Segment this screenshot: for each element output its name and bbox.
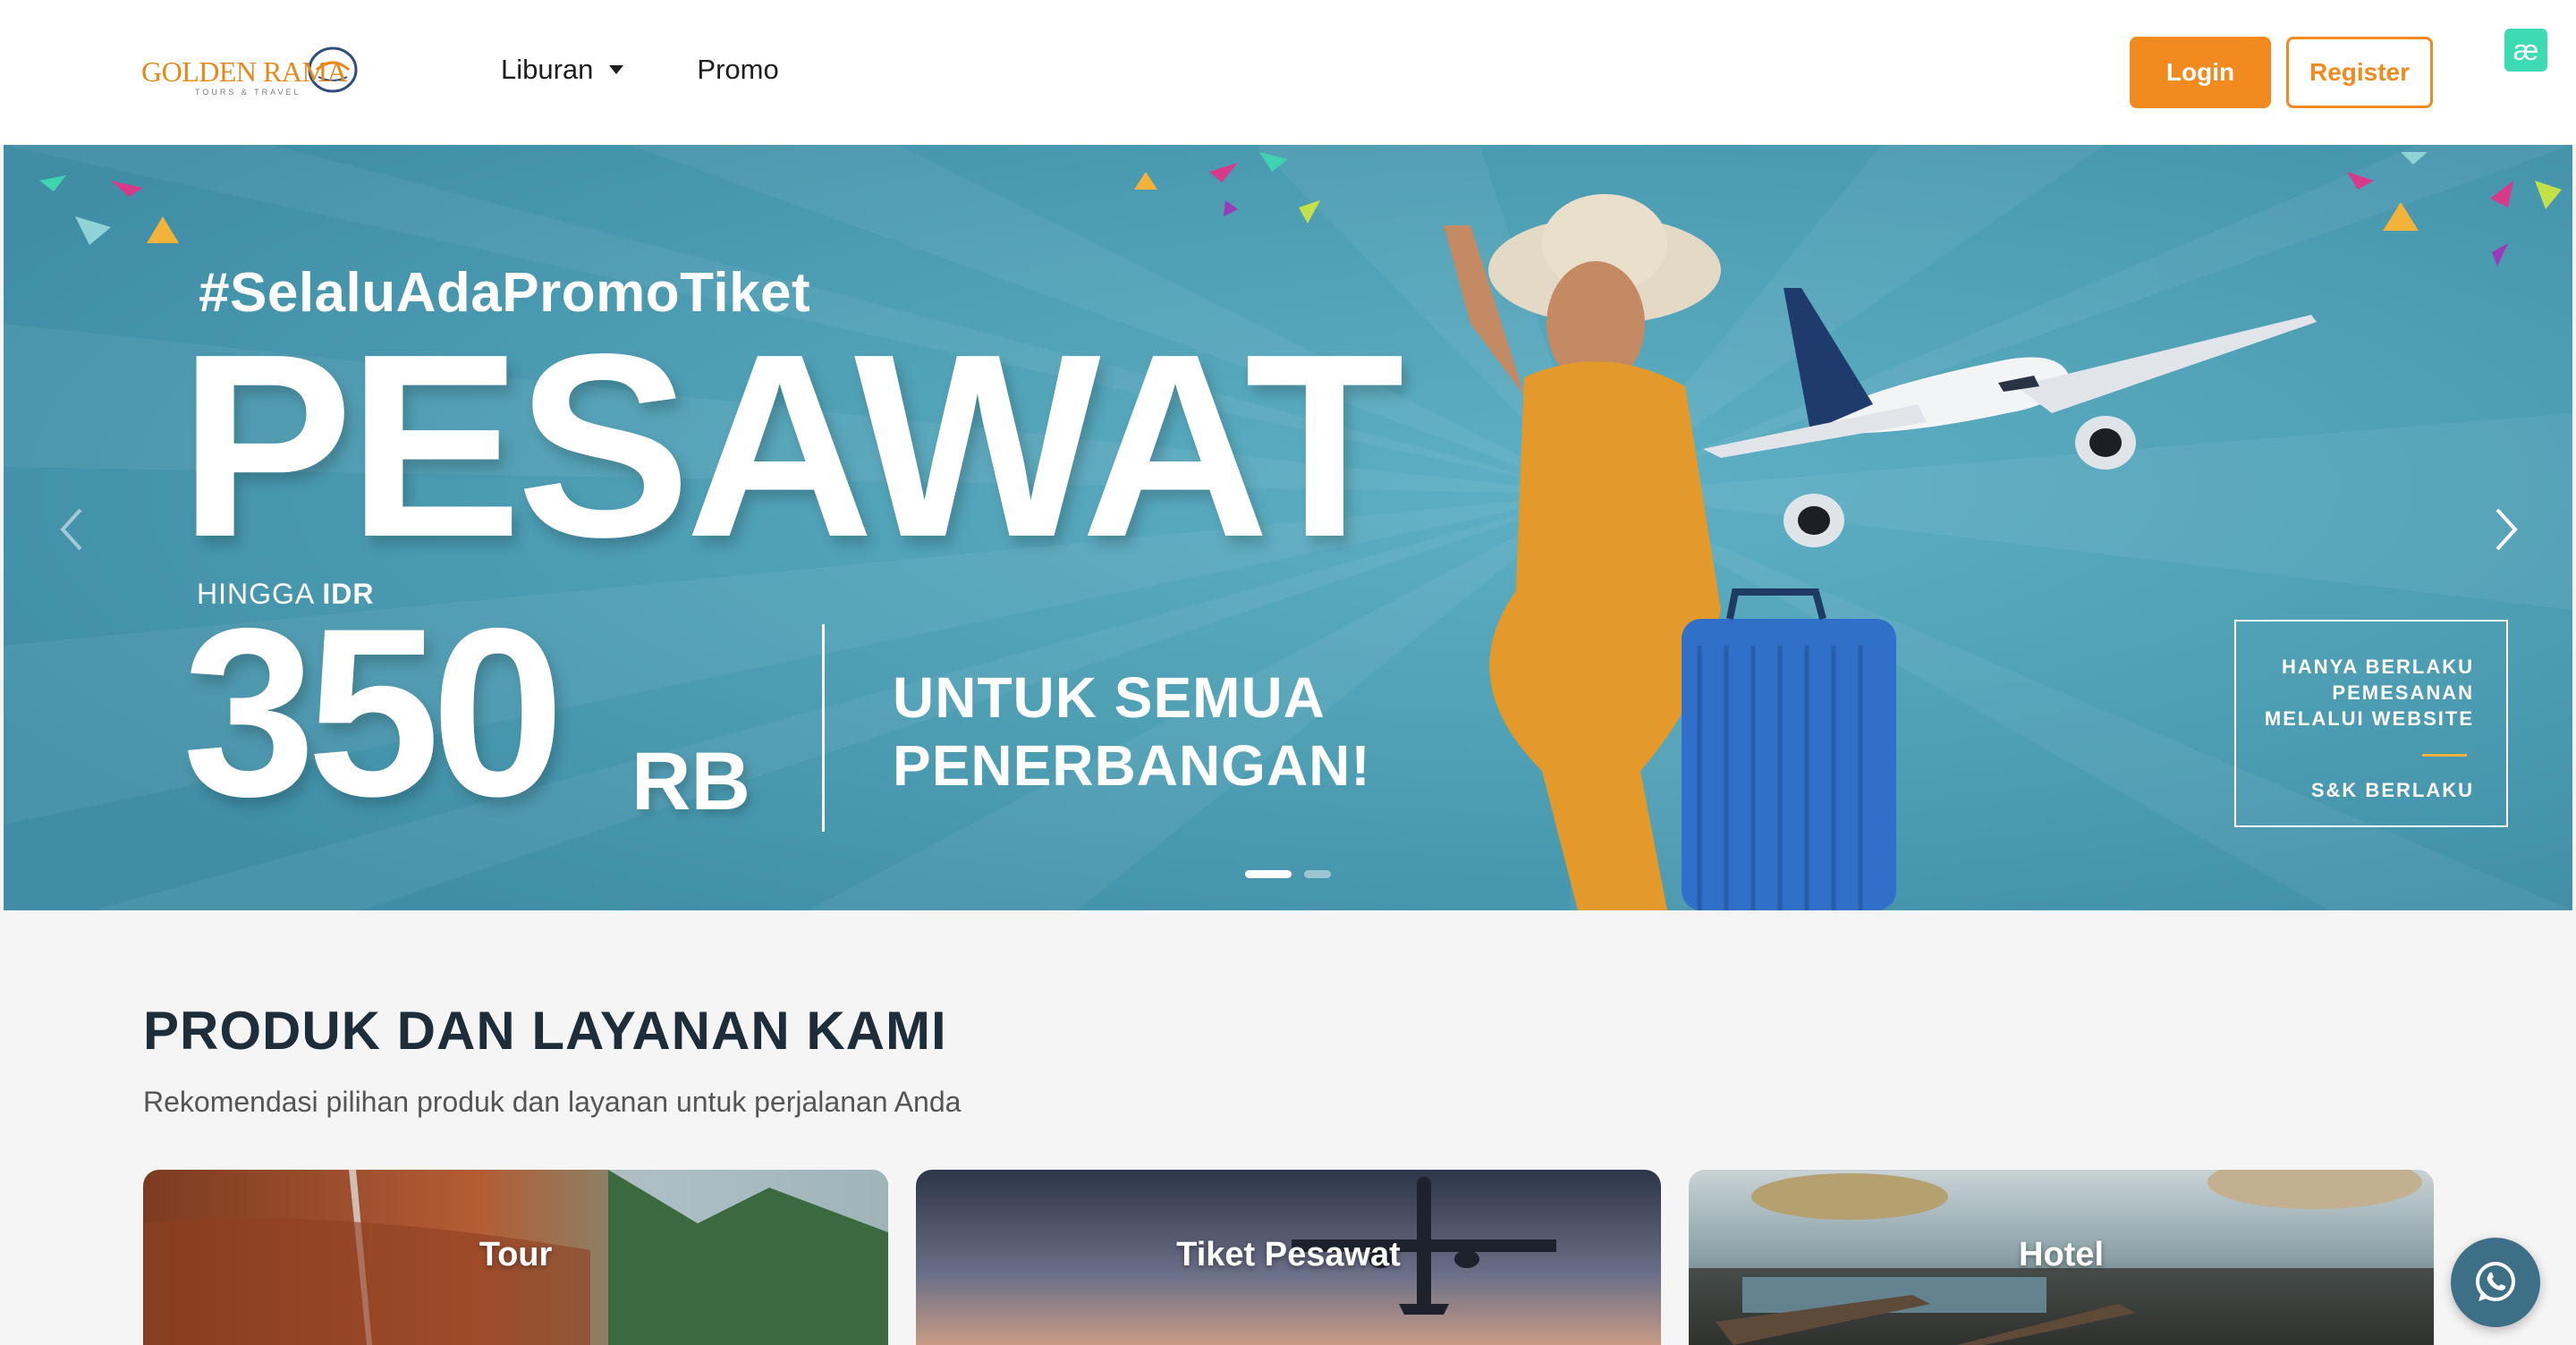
nav-liburan[interactable]: Liburan bbox=[501, 54, 624, 86]
carousel-prev-arrow-icon[interactable] bbox=[54, 503, 89, 556]
logo-tagline: TOURS & TRAVEL bbox=[195, 88, 301, 97]
whatsapp-icon bbox=[2476, 1262, 2515, 1301]
nav-promo[interactable]: Promo bbox=[697, 54, 778, 86]
hero-tagline: UNTUK SEMUA PENERBANGAN! bbox=[893, 665, 1371, 798]
hero-divider bbox=[822, 624, 825, 832]
terms-divider bbox=[2422, 754, 2467, 757]
carousel-dot[interactable] bbox=[1304, 870, 1331, 878]
main-nav: Liburan Promo bbox=[501, 54, 779, 86]
extension-ae-icon[interactable]: æ bbox=[2504, 29, 2547, 72]
product-card-hotel[interactable]: Hotel bbox=[1689, 1170, 2434, 1345]
product-card-tiket-pesawat[interactable]: Tiket Pesawat bbox=[916, 1170, 1661, 1345]
terms-text: HANYA BERLAKU PEMESANAN MELALUI WEBSITE bbox=[2264, 656, 2474, 730]
carousel-next-arrow-icon[interactable] bbox=[2488, 503, 2524, 556]
register-button[interactable]: Register bbox=[2286, 37, 2433, 108]
terms-box: HANYA BERLAKU PEMESANAN MELALUI WEBSITE … bbox=[2234, 620, 2508, 827]
hero-amount: 350 bbox=[182, 578, 564, 846]
hero-amount-unit: RB bbox=[631, 736, 750, 827]
whatsapp-button[interactable] bbox=[2451, 1238, 2540, 1327]
products-section-subtitle: Rekomendasi pilihan produk dan layanan u… bbox=[143, 1086, 962, 1118]
golden-rama-logo[interactable]: GOLDEN RAMA TOURS & TRAVEL bbox=[141, 34, 361, 107]
carousel-dot-active[interactable] bbox=[1245, 870, 1292, 878]
hero-title: PESAWAT bbox=[179, 300, 1404, 591]
product-card-label: Tiket Pesawat bbox=[1176, 1236, 1401, 1273]
product-card-tour[interactable]: Tour bbox=[143, 1170, 888, 1345]
products-section-title: PRODUK DAN LAYANAN KAMI bbox=[143, 1001, 947, 1061]
nav-promo-label: Promo bbox=[697, 54, 779, 85]
carousel-dots bbox=[1245, 870, 1343, 878]
site-header: GOLDEN RAMA TOURS & TRAVEL Liburan Promo… bbox=[0, 0, 2576, 145]
nav-liburan-label: Liburan bbox=[501, 54, 594, 85]
logo-text: GOLDEN RAMA bbox=[141, 55, 348, 88]
hero-banner[interactable]: #SelaluAdaPromoTiket PESAWAT HINGGA IDR … bbox=[4, 145, 2572, 910]
product-card-label: Tour bbox=[479, 1236, 553, 1273]
product-card-label: Hotel bbox=[2019, 1236, 2104, 1273]
login-button[interactable]: Login bbox=[2130, 37, 2271, 108]
terms-sk: S&K BERLAKU bbox=[2310, 779, 2474, 801]
chevron-down-icon bbox=[609, 65, 624, 74]
